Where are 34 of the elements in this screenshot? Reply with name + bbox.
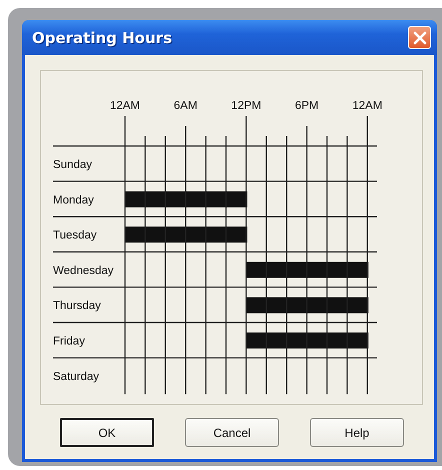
window-title: Operating Hours — [32, 28, 172, 46]
time-label: 6AM — [174, 100, 198, 112]
close-button[interactable] — [408, 26, 431, 49]
scheduled-hours-segment[interactable] — [226, 191, 248, 208]
day-label: Wednesday — [53, 264, 114, 277]
time-label: 6PM — [294, 100, 319, 112]
day-label: Friday — [53, 336, 85, 348]
close-icon — [412, 30, 426, 44]
scheduled-hours-segment[interactable] — [327, 297, 348, 314]
dialog-button[interactable]: Cancel — [185, 418, 279, 447]
day-label: Tuesday — [53, 230, 97, 242]
scheduled-hours-segment[interactable] — [145, 226, 166, 243]
scheduled-hours-segment[interactable] — [125, 226, 146, 243]
day-label: Thursday — [53, 300, 101, 312]
day-label: Sunday — [53, 159, 92, 171]
scheduled-hours-segment[interactable] — [327, 262, 348, 278]
dialog-button[interactable]: OK — [60, 418, 154, 447]
day-label: Saturday — [53, 370, 100, 383]
scheduled-hours-segment[interactable] — [226, 226, 248, 243]
scheduled-hours-segment[interactable] — [347, 262, 368, 278]
dialog-button[interactable]: Help — [310, 418, 404, 447]
scheduled-hours-segment[interactable] — [347, 297, 368, 314]
scheduled-hours-segment[interactable] — [286, 262, 308, 278]
scheduled-hours-segment[interactable] — [246, 297, 268, 314]
scheduled-hours-segment[interactable] — [125, 191, 146, 208]
time-label: 12PM — [231, 100, 262, 112]
time-label: 12AM — [352, 100, 382, 112]
scheduled-hours-segment[interactable] — [246, 262, 268, 278]
scheduled-hours-segment[interactable] — [286, 297, 308, 314]
scheduled-hours-segment[interactable] — [186, 226, 207, 243]
scheduled-hours-segment[interactable] — [145, 191, 166, 208]
scheduled-hours-segment[interactable] — [186, 191, 207, 208]
time-label: 12AM — [110, 100, 140, 112]
day-label: Monday — [53, 194, 94, 206]
